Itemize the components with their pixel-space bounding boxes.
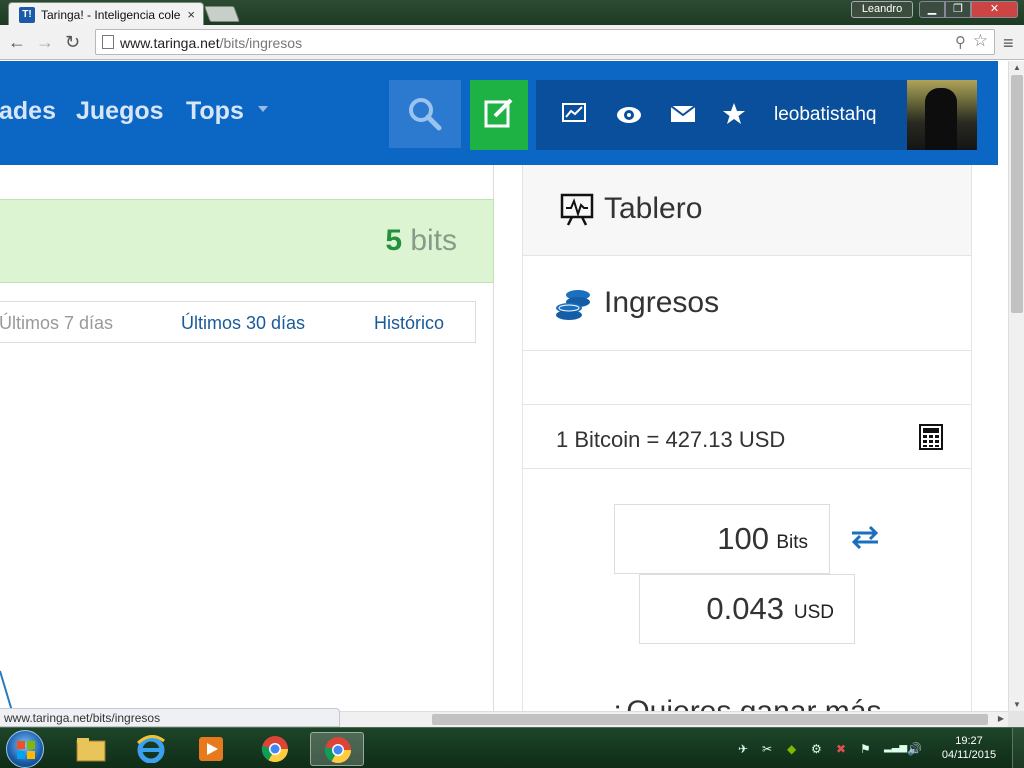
clock-time: 19:27	[955, 735, 983, 747]
clock-date: 04/11/2015	[941, 749, 997, 761]
user-panel: leobatistahq	[536, 80, 977, 150]
site-header: ades Juegos Tops leobatistahq	[0, 61, 998, 165]
tab-close-icon[interactable]: ×	[187, 7, 195, 22]
bits-input-value: 100	[717, 521, 769, 556]
status-bar-url: www.taringa.net/bits/ingresos	[0, 708, 340, 727]
bits-amount: 5	[385, 224, 402, 257]
chevron-down-icon[interactable]	[258, 106, 268, 112]
tab-historico[interactable]: Histórico	[374, 313, 444, 334]
chrome-icon	[324, 737, 352, 764]
mail-icon[interactable]	[671, 106, 695, 122]
coins-icon	[556, 290, 590, 320]
bits-input[interactable]: 100 Bits	[614, 504, 830, 574]
avatar[interactable]	[907, 80, 977, 150]
usd-output-unit: USD	[793, 602, 834, 623]
bitcoin-rate-row: 1 Bitcoin = 427.13 USD	[523, 405, 971, 469]
bookmark-star-icon[interactable]: ☆	[973, 31, 988, 51]
browser-toolbar: ← → ↻ www.taringa.net/bits/ingresos ⚲ ☆ …	[0, 25, 1024, 60]
sidebar-item-tablero[interactable]: Tablero	[523, 165, 971, 256]
folder-icon	[76, 738, 106, 762]
scroll-right-arrow-icon[interactable]: ▶	[998, 714, 1004, 723]
username-link[interactable]: leobatistahq	[774, 104, 876, 126]
forward-arrow-icon[interactable]: →	[36, 32, 54, 53]
usd-output-value: 0.043	[706, 591, 784, 626]
compose-icon	[484, 98, 513, 128]
tray-warning-icon[interactable]: ✖	[836, 742, 846, 756]
page-viewport: ades Juegos Tops leobatistahq 5 bits Últ…	[0, 61, 1008, 711]
horizontal-scroll-thumb[interactable]	[432, 714, 988, 725]
explorer-taskbar-button[interactable]	[64, 732, 118, 766]
url-text: www.taringa.net/bits/ingresos	[120, 35, 303, 51]
period-tabs: Últimos 7 días Últimos 30 días Histórico	[0, 301, 476, 343]
bits-total-banner: 5 bits	[0, 199, 494, 283]
action-center-flag-icon[interactable]: ⚑	[860, 742, 871, 756]
back-arrow-icon[interactable]: ←	[8, 32, 26, 53]
calculator-icon[interactable]	[919, 424, 943, 450]
usd-output[interactable]: 0.043 USD	[639, 574, 855, 644]
minimize-button[interactable]: ▁	[919, 1, 945, 18]
ie-taskbar-button[interactable]	[124, 732, 178, 766]
zoom-icon[interactable]: ⚲	[955, 33, 966, 51]
scroll-corner	[1008, 711, 1024, 727]
sidebar-item-ingresos[interactable]: Ingresos	[523, 256, 971, 351]
security-icon[interactable]: ⚙	[811, 742, 822, 756]
internet-explorer-icon	[136, 735, 165, 763]
network-signal-icon[interactable]: ▂▃▅	[884, 742, 907, 753]
search-button[interactable]	[389, 80, 461, 148]
new-tab-button[interactable]	[204, 6, 240, 22]
reload-icon[interactable]: ↻	[65, 32, 80, 53]
taringa-favicon-icon: T!	[19, 7, 35, 23]
sidebar: Tablero Ingresos 1 Bitcoin = 427.13 USD	[522, 165, 972, 711]
nav-link-juegos[interactable]: Juegos	[76, 97, 164, 126]
chrome-menu-icon[interactable]: ≡	[1003, 33, 1014, 54]
nav-link-comunidades[interactable]: ades	[0, 97, 56, 126]
tab-title: Taringa! - Inteligencia cole	[41, 8, 181, 22]
browser-tab-strip: T! Taringa! - Inteligencia cole × Leandr…	[0, 0, 1024, 25]
swap-arrows-icon[interactable]	[850, 525, 880, 549]
chrome-taskbar-button[interactable]	[248, 732, 302, 766]
scroll-down-arrow-icon[interactable]: ▼	[1013, 700, 1021, 709]
window-close-button[interactable]: ✕	[971, 1, 1018, 18]
taskbar-clock[interactable]: 19:27 04/11/2015	[932, 734, 1006, 762]
sidebar-spacer	[523, 351, 971, 405]
vertical-scroll-thumb[interactable]	[1011, 75, 1023, 313]
nvidia-icon[interactable]: ◆	[787, 742, 796, 756]
page-icon	[102, 35, 114, 49]
earnings-chart-line	[0, 670, 13, 711]
sidebar-item-label: Ingresos	[604, 286, 720, 319]
address-bar[interactable]: www.taringa.net/bits/ingresos ⚲ ☆	[95, 29, 995, 55]
chrome-active-taskbar-button[interactable]	[310, 732, 364, 766]
search-icon	[409, 98, 442, 131]
sidebar-item-label: Tablero	[604, 192, 703, 225]
eye-icon[interactable]	[616, 106, 642, 124]
tab-last-30-days[interactable]: Últimos 30 días	[181, 313, 305, 334]
vertical-scrollbar[interactable]: ▲ ▼	[1008, 61, 1024, 711]
bits-unit: bits	[410, 224, 457, 257]
earn-more-heading: ¿Quieres ganar más	[608, 695, 881, 711]
browser-tab[interactable]: T! Taringa! - Inteligencia cole ×	[8, 2, 204, 25]
compose-button[interactable]	[470, 80, 528, 150]
windows-taskbar: ✈ ✂ ◆ ⚙ ✖ ⚑ ▂▃▅ 🔊 19:27 04/11/2015	[0, 727, 1024, 768]
dashboard-icon	[560, 193, 594, 226]
tab-last-7-days[interactable]: Últimos 7 días	[0, 313, 113, 334]
stats-icon[interactable]	[562, 103, 586, 123]
start-button[interactable]	[6, 730, 44, 768]
restore-button[interactable]: ❐	[945, 1, 971, 18]
star-icon[interactable]	[722, 102, 746, 126]
media-player-icon	[199, 737, 223, 761]
volume-icon[interactable]: 🔊	[907, 742, 922, 756]
tray-tool-icon[interactable]: ✂	[762, 742, 772, 756]
scroll-up-arrow-icon[interactable]: ▲	[1013, 63, 1021, 72]
media-player-taskbar-button[interactable]	[184, 732, 238, 766]
chrome-icon	[261, 736, 289, 763]
windows-logo-icon	[17, 741, 35, 759]
nav-link-tops[interactable]: Tops	[186, 97, 244, 126]
tray-app-icon[interactable]: ✈	[738, 742, 748, 756]
show-desktop-button[interactable]	[1012, 728, 1024, 768]
bitcoin-rate: 1 Bitcoin = 427.13 USD	[556, 427, 786, 452]
bits-input-unit: Bits	[776, 532, 808, 553]
browser-profile-badge[interactable]: Leandro	[851, 1, 913, 18]
